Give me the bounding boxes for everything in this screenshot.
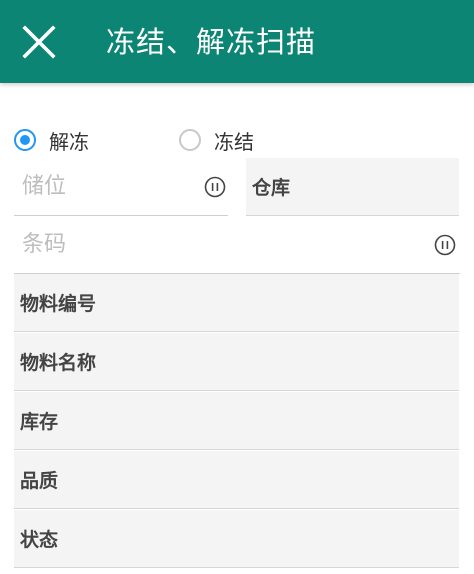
mode-radio-group: 解冻 冻结 [14,124,464,156]
radio-unfreeze[interactable]: 解冻 [14,124,89,156]
location-field [14,158,228,216]
location-input[interactable] [14,158,188,215]
radio-freeze-label: 冻结 [214,129,254,154]
material-number-label: 物料编号 [20,293,97,315]
radio-freeze[interactable]: 冻结 [179,124,254,156]
barcode-input[interactable] [14,216,420,273]
status-field: 状态 [14,510,459,568]
app-bar: 冻结、解冻扫描 [0,0,474,83]
barcode-field [14,216,460,274]
close-icon [22,25,56,59]
material-name-label: 物料名称 [20,352,97,374]
material-name-field: 物料名称 [14,333,459,391]
pause-circle-icon[interactable] [434,234,456,256]
quality-field: 品质 [14,451,459,509]
material-number-field: 物料编号 [14,274,459,332]
radio-unchecked-icon [179,129,201,151]
stock-field: 库存 [14,392,459,450]
page-title: 冻结、解冻扫描 [106,25,317,59]
warehouse-label: 仓库 [252,177,291,199]
radio-unfreeze-label: 解冻 [49,129,89,154]
radio-checked-icon [14,129,36,151]
quality-label: 品质 [20,470,59,492]
pause-circle-icon[interactable] [204,176,226,198]
status-label: 状态 [20,529,59,551]
stock-label: 库存 [20,411,59,433]
close-button[interactable] [14,17,64,67]
warehouse-field: 仓库 [246,158,459,216]
